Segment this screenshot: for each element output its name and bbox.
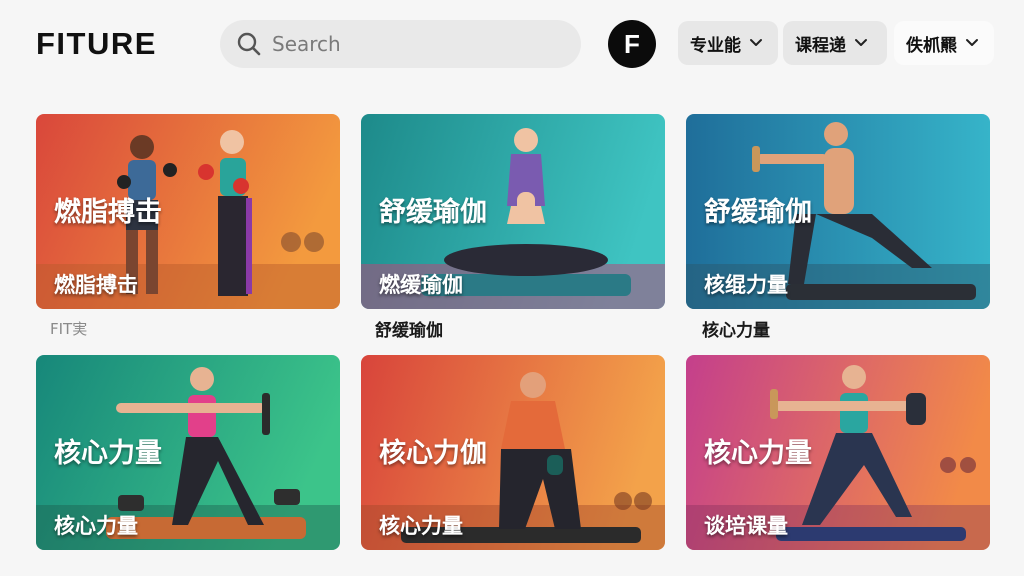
dropdown-course[interactable]: 课程递 — [783, 21, 887, 65]
card-subtitle: 核心力量 — [379, 514, 463, 538]
card-title: 舒缓瑜伽 — [704, 197, 812, 228]
course-card-stretch[interactable]: 舒缓瑜伽 核绲力量 — [686, 114, 990, 309]
course-card-kickboxing[interactable]: 燃脂搏击 燃脂搏击 — [36, 114, 340, 309]
card-subtitle: 核绲力量 — [704, 273, 788, 297]
chevron-down-icon — [854, 33, 868, 53]
search-icon — [236, 31, 262, 57]
card-subtitle: 谈培课量 — [704, 514, 788, 538]
dropdown-filter[interactable]: 佚枛羆 — [894, 21, 994, 65]
card-title: 燃脂搏击 — [54, 197, 162, 228]
user-avatar[interactable]: F — [608, 20, 656, 68]
search-bar[interactable]: Search — [220, 20, 581, 68]
card-caption: 舒缓瑜伽 — [375, 321, 443, 341]
course-card-yoga[interactable]: 舒缓瑜伽 燃缓瑜伽 — [361, 114, 665, 309]
card-subtitle: 核心力量 — [54, 514, 138, 538]
course-card-core-3[interactable]: 核心力量 谈培课量 — [686, 355, 990, 550]
dropdown-label: 课程递 — [795, 35, 846, 56]
card-title: 核心力量 — [54, 438, 162, 469]
dropdown-professional[interactable]: 专业能 — [678, 21, 778, 65]
card-caption: 核心力量 — [702, 321, 770, 341]
top-bar: FITURE Search F 专业能 课程递 佚枛羆 — [0, 0, 1024, 90]
chevron-down-icon — [749, 33, 763, 53]
dropdown-label: 专业能 — [690, 35, 741, 56]
card-title: 核心力量 — [704, 438, 812, 469]
course-card-core-1[interactable]: 核心力量 核心力量 — [36, 355, 340, 550]
card-title: 核心力伽 — [379, 438, 487, 469]
dropdown-label: 佚枛羆 — [906, 35, 957, 56]
course-card-core-2[interactable]: 核心力伽 核心力量 — [361, 355, 665, 550]
search-placeholder[interactable]: Search — [272, 32, 341, 56]
card-title: 舒缓瑜伽 — [379, 197, 487, 228]
card-subtitle: 燃缓瑜伽 — [379, 273, 463, 297]
chevron-down-icon — [965, 33, 979, 53]
card-subtitle: 燃脂搏击 — [54, 273, 138, 297]
card-caption: FIT実 — [50, 320, 88, 338]
fiture-logo[interactable]: FITURE — [36, 26, 157, 62]
